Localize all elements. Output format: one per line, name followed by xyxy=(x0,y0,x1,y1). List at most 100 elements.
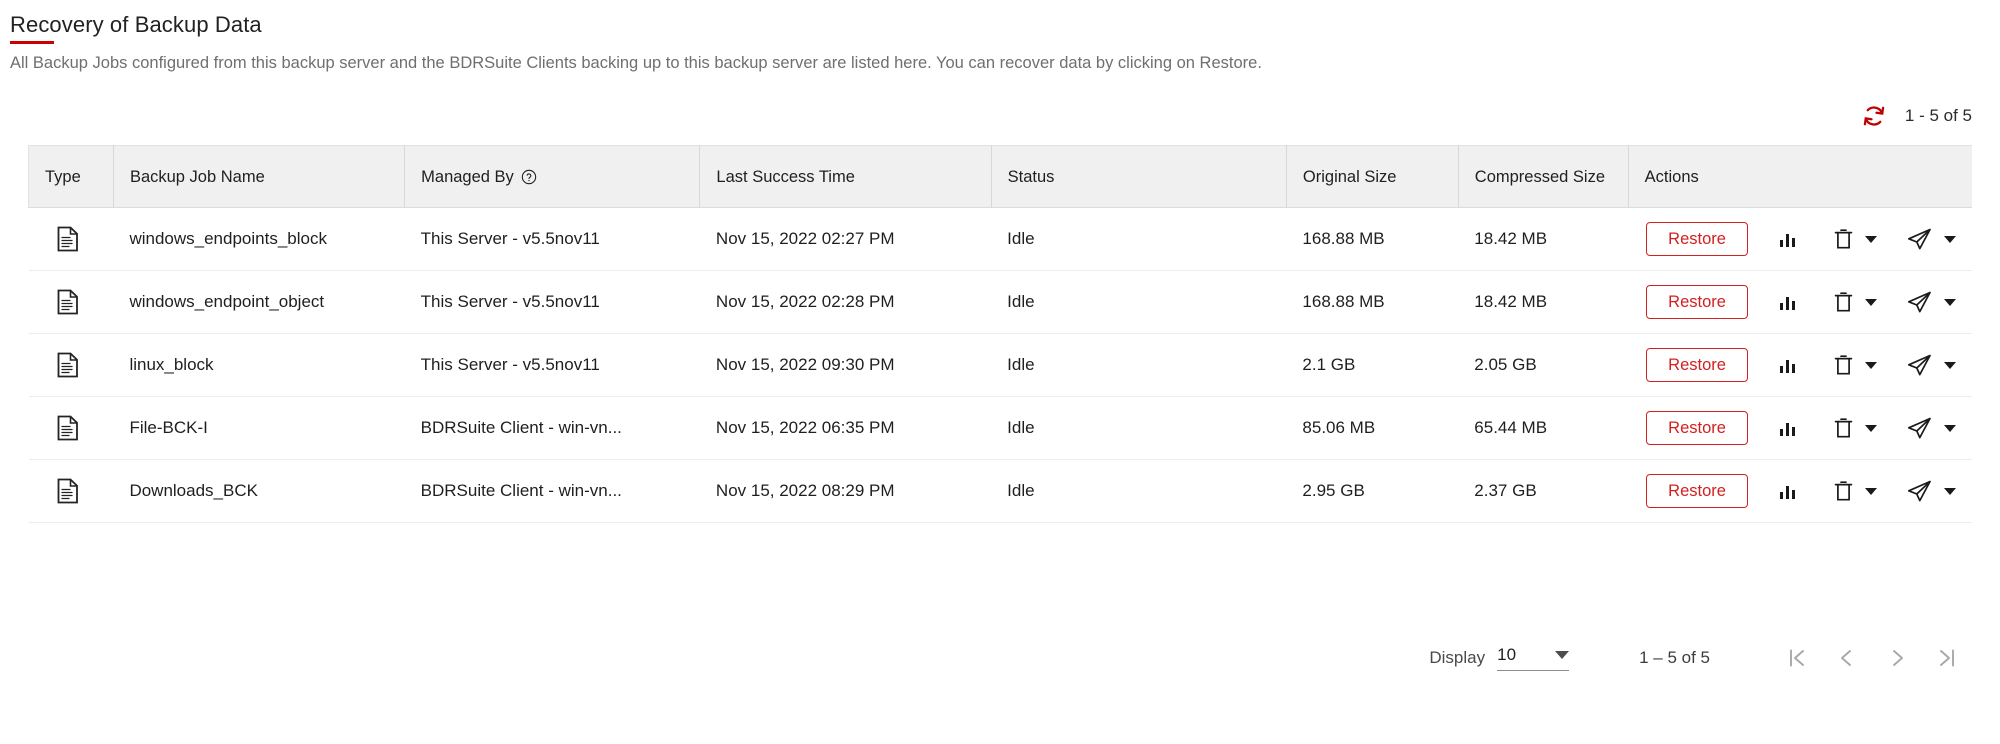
title-underline xyxy=(10,41,54,44)
file-document-icon xyxy=(57,289,78,315)
column-header-status[interactable]: Status xyxy=(991,145,1287,208)
bar-chart-icon[interactable] xyxy=(1748,229,1798,249)
send-icon[interactable] xyxy=(1877,228,1932,250)
send-icon[interactable] xyxy=(1877,291,1932,313)
cell-last-success-time: Nov 15, 2022 02:27 PM xyxy=(699,207,992,271)
cell-compressed-size: 18.42 MB xyxy=(1458,270,1629,334)
column-header-actions: Actions xyxy=(1628,145,1972,208)
column-label-compressed-size: Compressed Size xyxy=(1474,167,1606,186)
bar-chart-icon[interactable] xyxy=(1748,355,1798,375)
restore-button[interactable]: Restore xyxy=(1646,474,1748,508)
last-page-icon[interactable] xyxy=(1922,640,1972,676)
chevron-down-icon xyxy=(1555,651,1570,659)
cell-managed-by: This Server - v5.5nov11 xyxy=(404,333,700,397)
column-header-backup-job-name[interactable]: Backup Job Name xyxy=(113,145,406,208)
table-toolbar: 1 - 5 of 5 xyxy=(0,101,2000,131)
chevron-down-icon-delete[interactable] xyxy=(1864,235,1877,243)
cell-backup-job-name[interactable]: Downloads_BCK xyxy=(113,459,405,523)
send-icon[interactable] xyxy=(1877,417,1932,439)
send-icon[interactable] xyxy=(1877,354,1932,376)
page-size-select[interactable]: 10 xyxy=(1497,645,1570,671)
cell-type xyxy=(28,333,114,397)
column-header-compressed-size[interactable]: Compressed Size xyxy=(1458,145,1629,208)
page-subtitle: All Backup Jobs configured from this bac… xyxy=(10,54,1262,72)
table-row[interactable]: windows_endpoint_object This Server - v5… xyxy=(28,270,1972,334)
file-document-icon xyxy=(57,478,78,504)
cell-actions: Restore xyxy=(1628,396,1972,460)
chevron-down-icon-send[interactable] xyxy=(1943,235,1956,243)
cell-type xyxy=(28,270,114,334)
first-page-icon[interactable] xyxy=(1772,640,1822,676)
cell-backup-job-name[interactable]: linux_block xyxy=(113,333,405,397)
column-label-managed-by: Managed By xyxy=(421,167,514,186)
backup-jobs-table-wrap: Type Backup Job Name Managed By Last Suc… xyxy=(28,145,1972,523)
cell-type xyxy=(28,396,114,460)
chevron-down-icon-send[interactable] xyxy=(1943,298,1956,306)
table-row[interactable]: linux_block This Server - v5.5nov11 Nov … xyxy=(28,333,1972,397)
trash-icon[interactable] xyxy=(1798,480,1853,502)
cell-actions: Restore xyxy=(1628,333,1972,397)
cell-status: Idle xyxy=(991,207,1287,271)
recovery-page: Recovery of Backup Data All Backup Jobs … xyxy=(0,0,2000,744)
cell-original-size: 2.95 GB xyxy=(1286,459,1459,523)
cell-status: Idle xyxy=(991,333,1287,397)
column-label-backup-job-name: Backup Job Name xyxy=(129,167,265,186)
help-circle-icon[interactable] xyxy=(521,169,537,185)
cell-status: Idle xyxy=(991,396,1287,460)
trash-icon[interactable] xyxy=(1798,228,1853,250)
prev-page-icon[interactable] xyxy=(1822,640,1872,676)
cell-status: Idle xyxy=(991,459,1287,523)
next-page-icon[interactable] xyxy=(1872,640,1922,676)
cell-managed-by: BDRSuite Client - win-vn... xyxy=(404,396,700,460)
table-header: Type Backup Job Name Managed By Last Suc… xyxy=(28,145,1972,208)
column-label-type: Type xyxy=(45,167,81,186)
cell-last-success-time: Nov 15, 2022 09:30 PM xyxy=(699,333,992,397)
chevron-down-icon-send[interactable] xyxy=(1943,487,1956,495)
send-icon[interactable] xyxy=(1877,480,1932,502)
cell-managed-by: This Server - v5.5nov11 xyxy=(404,207,700,271)
pagination-bar: Display 10 1 – 5 of 5 xyxy=(0,640,1972,676)
cell-compressed-size: 2.05 GB xyxy=(1458,333,1629,397)
bar-chart-icon[interactable] xyxy=(1748,292,1798,312)
cell-status: Idle xyxy=(991,270,1287,334)
chevron-down-icon-delete[interactable] xyxy=(1864,487,1877,495)
record-count: 1 - 5 of 5 xyxy=(1904,106,1972,125)
column-label-actions: Actions xyxy=(1644,167,1699,186)
cell-backup-job-name[interactable]: windows_endpoint_object xyxy=(113,270,405,334)
cell-backup-job-name[interactable]: windows_endpoints_block xyxy=(113,207,405,271)
page-title: Recovery of Backup Data xyxy=(10,12,262,37)
restore-button[interactable]: Restore xyxy=(1646,222,1748,256)
column-header-last-success-time[interactable]: Last Success Time xyxy=(699,145,992,208)
bar-chart-icon[interactable] xyxy=(1748,418,1798,438)
chevron-down-icon-send[interactable] xyxy=(1943,361,1956,369)
chevron-down-icon-send[interactable] xyxy=(1943,424,1956,432)
chevron-down-icon-delete[interactable] xyxy=(1864,424,1877,432)
restore-button[interactable]: Restore xyxy=(1646,411,1748,445)
cell-original-size: 168.88 MB xyxy=(1286,207,1459,271)
cell-last-success-time: Nov 15, 2022 02:28 PM xyxy=(699,270,992,334)
table-row[interactable]: Downloads_BCK BDRSuite Client - win-vn..… xyxy=(28,459,1972,523)
cell-last-success-time: Nov 15, 2022 06:35 PM xyxy=(699,396,992,460)
column-header-managed-by[interactable]: Managed By xyxy=(404,145,701,208)
trash-icon[interactable] xyxy=(1798,354,1853,376)
cell-compressed-size: 18.42 MB xyxy=(1458,207,1629,271)
pager-controls xyxy=(1772,640,1972,676)
chevron-down-icon-delete[interactable] xyxy=(1864,361,1877,369)
table-row[interactable]: windows_endpoints_block This Server - v5… xyxy=(28,207,1972,271)
refresh-icon[interactable] xyxy=(1861,103,1887,129)
backup-jobs-table: Type Backup Job Name Managed By Last Suc… xyxy=(28,145,1972,523)
trash-icon[interactable] xyxy=(1798,291,1853,313)
column-label-last-success-time: Last Success Time xyxy=(716,167,855,186)
column-header-original-size[interactable]: Original Size xyxy=(1286,145,1459,208)
table-row[interactable]: File-BCK-I BDRSuite Client - win-vn... N… xyxy=(28,396,1972,460)
chevron-down-icon-delete[interactable] xyxy=(1864,298,1877,306)
cell-managed-by: This Server - v5.5nov11 xyxy=(404,270,700,334)
bar-chart-icon[interactable] xyxy=(1748,481,1798,501)
column-header-type[interactable]: Type xyxy=(28,145,114,208)
cell-managed-by: BDRSuite Client - win-vn... xyxy=(404,459,700,523)
trash-icon[interactable] xyxy=(1798,417,1853,439)
restore-button[interactable]: Restore xyxy=(1646,285,1748,319)
file-document-icon xyxy=(57,226,78,252)
restore-button[interactable]: Restore xyxy=(1646,348,1748,382)
cell-backup-job-name[interactable]: File-BCK-I xyxy=(113,396,405,460)
